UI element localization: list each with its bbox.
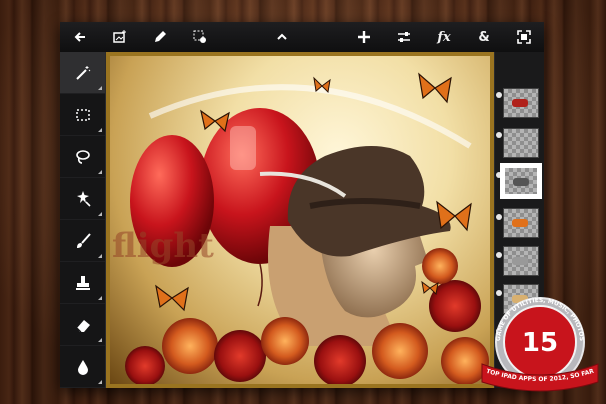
layer-content — [512, 219, 528, 227]
image-add-icon — [113, 30, 126, 43]
tool-options-corner — [98, 128, 102, 132]
stamp-tool[interactable] — [60, 262, 105, 304]
rose — [214, 330, 266, 382]
plus-icon — [358, 31, 370, 43]
collage-artwork — [125, 72, 489, 384]
rose — [422, 248, 458, 284]
tool-options-corner — [98, 86, 102, 90]
rose — [125, 346, 165, 384]
back-button[interactable] — [60, 22, 100, 52]
layer-visibility-dot[interactable] — [496, 92, 502, 98]
butterfly — [155, 284, 189, 312]
fullscreen-button[interactable] — [504, 22, 544, 52]
add-image-button[interactable] — [100, 22, 140, 52]
ampersand-icon: & — [478, 29, 490, 45]
layer-visibility-dot[interactable] — [496, 132, 502, 138]
draw-button[interactable] — [140, 22, 180, 52]
badge-number: 15 — [522, 328, 558, 358]
tool-options-corner — [98, 170, 102, 174]
butterfly — [436, 200, 472, 232]
layer-content — [512, 257, 528, 265]
magic-wand-icon — [75, 65, 90, 80]
effects-button[interactable]: fx — [424, 22, 464, 52]
tool-options-corner — [98, 254, 102, 258]
selection-options-button[interactable] — [180, 22, 220, 52]
award-badge: GAME OF UTILITIES, MUSIC, PHOTOS 15 TOP … — [481, 297, 599, 392]
layer-thumbnail-5[interactable] — [503, 246, 539, 276]
adjustments-button[interactable] — [384, 22, 424, 52]
tool-panel — [60, 52, 106, 388]
layer-thumbnail-4[interactable] — [503, 208, 539, 238]
rose — [162, 318, 218, 374]
tool-options-corner — [98, 212, 102, 216]
fx-icon: fx — [437, 29, 451, 45]
stamp-icon — [75, 275, 90, 290]
flight-text-overlay: flight — [112, 226, 214, 266]
tool-options-corner — [98, 338, 102, 342]
magic-sparkle-tool[interactable] — [60, 178, 105, 220]
layer-thumbnail-1[interactable] — [503, 88, 539, 118]
layer-thumbnail-2[interactable] — [503, 128, 539, 158]
fullscreen-icon — [517, 30, 531, 44]
pencil-icon — [155, 31, 166, 42]
layer-visibility-dot[interactable] — [496, 172, 502, 178]
brush-tool[interactable] — [60, 220, 105, 262]
drop-icon — [77, 359, 88, 375]
tool-options-corner — [98, 296, 102, 300]
text-button[interactable]: & — [464, 22, 504, 52]
lasso-tool[interactable] — [60, 136, 105, 178]
rose — [261, 317, 309, 365]
chevron-up-icon — [277, 33, 287, 40]
lasso-icon — [75, 149, 90, 164]
marquee-tool[interactable] — [60, 94, 105, 136]
brush-icon — [76, 232, 91, 248]
back-arrow-icon — [74, 32, 85, 42]
eraser-icon — [76, 319, 90, 332]
tablet-frame: fx & flight — [60, 22, 544, 388]
butterfly — [421, 280, 439, 296]
adjustments-icon — [398, 32, 410, 42]
butterfly — [200, 109, 230, 133]
tool-options-corner — [98, 380, 102, 384]
layer-thumbnail-3[interactable] — [503, 166, 539, 196]
layer-content — [512, 99, 528, 107]
layer-content — [513, 178, 529, 186]
image-canvas[interactable]: flight — [106, 52, 494, 388]
butterfly — [418, 72, 452, 104]
sparkle-wand-icon — [76, 190, 91, 207]
layer-visibility-dot[interactable] — [496, 252, 502, 258]
rose — [372, 323, 428, 379]
collapse-button[interactable] — [262, 22, 302, 52]
eraser-tool[interactable] — [60, 304, 105, 346]
selection-settings-icon — [193, 30, 206, 43]
marquee-icon — [75, 108, 90, 121]
blur-tool[interactable] — [60, 346, 105, 388]
layer-visibility-dot[interactable] — [496, 214, 502, 220]
magic-wand-tool[interactable] — [60, 52, 105, 94]
add-layer-button[interactable] — [344, 22, 384, 52]
top-toolbar: fx & — [60, 22, 544, 52]
